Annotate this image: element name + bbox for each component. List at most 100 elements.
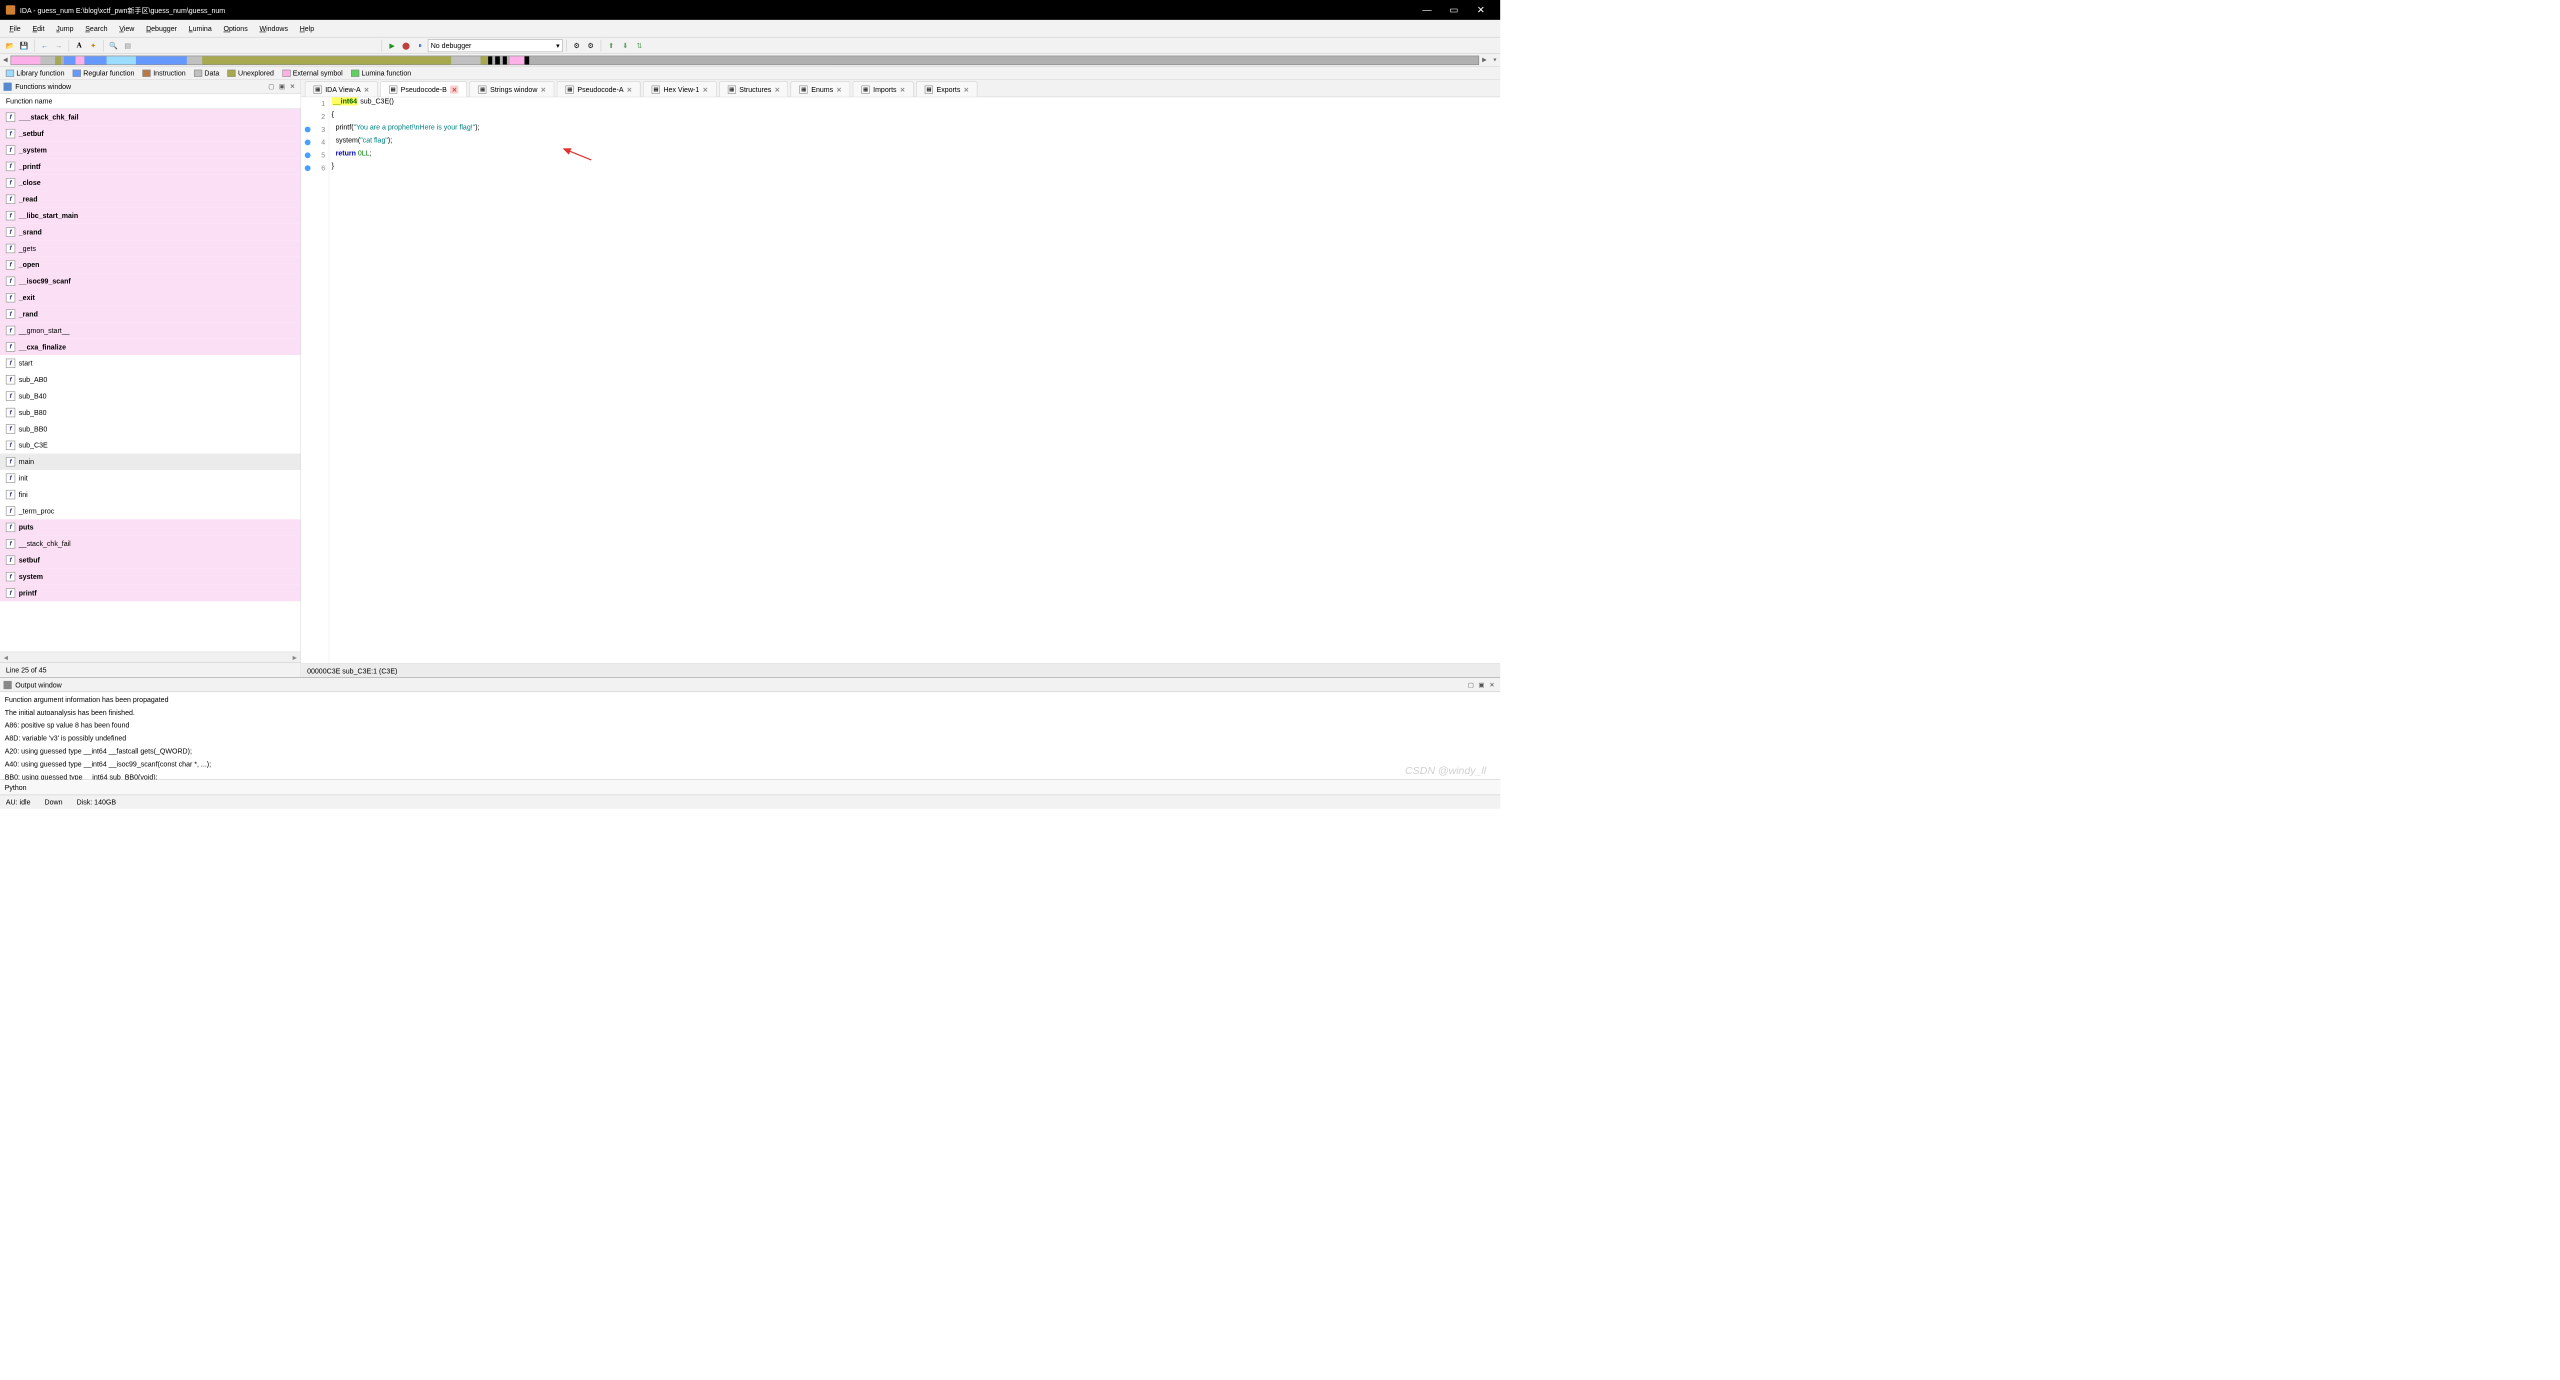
code-body[interactable]: __int64 sub_C3E(){ printf("You are a pro… <box>329 97 1500 663</box>
output-body[interactable]: Function argument information has been p… <box>0 692 1500 779</box>
nav-left-icon[interactable]: ◀ <box>0 57 11 63</box>
function-row[interactable]: fmain <box>0 454 301 470</box>
function-row[interactable]: f__cxa_finalize <box>0 339 301 355</box>
breakpoint-dot-icon[interactable] <box>305 165 311 171</box>
function-row[interactable]: fsub_B40 <box>0 388 301 404</box>
tb-lumina1[interactable]: ⬆ <box>605 39 618 52</box>
tb-lumina3[interactable]: ⇅ <box>633 39 646 52</box>
function-row[interactable]: fprintf <box>0 585 301 601</box>
debugger-selector[interactable]: No debugger <box>428 39 563 52</box>
tab-close-icon[interactable]: × <box>627 85 632 94</box>
tb-lumina2[interactable]: ⬇ <box>619 39 632 52</box>
console-prompt[interactable]: Python <box>0 779 1500 794</box>
function-row[interactable]: f_rand <box>0 306 301 322</box>
tab-imports[interactable]: ▦Imports× <box>853 81 914 96</box>
menu-debugger[interactable]: Debugger <box>140 22 183 35</box>
tab-strings-window[interactable]: ▦Strings window× <box>470 81 555 96</box>
function-row[interactable]: f_printf <box>0 158 301 174</box>
tab-ida-view-a[interactable]: ▦IDA View-A× <box>305 81 378 96</box>
function-row[interactable]: fsystem <box>0 568 301 584</box>
tab-close-icon[interactable]: × <box>541 85 546 94</box>
function-row[interactable]: f_close <box>0 175 301 191</box>
tb-star[interactable]: ✦ <box>87 39 100 52</box>
gutter-line[interactable]: 4 <box>301 136 329 149</box>
menu-view[interactable]: View <box>113 22 140 35</box>
function-row[interactable]: f_srand <box>0 224 301 240</box>
breakpoint-dot-icon[interactable] <box>305 127 311 133</box>
gutter-line[interactable]: 1 <box>301 97 329 110</box>
gutter-line[interactable]: 3 <box>301 123 329 136</box>
gutter-line[interactable]: 2 <box>301 110 329 123</box>
dbg-pause-icon[interactable]: ⏸ <box>414 39 427 52</box>
function-row[interactable]: f__isoc99_scanf <box>0 273 301 289</box>
dbg-play-icon[interactable]: ▶ <box>386 39 399 52</box>
function-row[interactable]: f_read <box>0 191 301 207</box>
code-line[interactable]: __int64 sub_C3E() <box>329 97 1500 110</box>
nav-down-icon[interactable]: ▾ <box>1490 57 1501 63</box>
function-row[interactable]: fstart <box>0 355 301 371</box>
minimize-button[interactable]: — <box>1413 0 1440 20</box>
function-row[interactable]: f_term_proc <box>0 503 301 519</box>
menu-options[interactable]: Options <box>218 22 254 35</box>
close-button[interactable]: ✕ <box>1467 0 1494 20</box>
menu-jump[interactable]: Jump <box>50 22 79 35</box>
function-row[interactable]: f__gmon_start__ <box>0 322 301 338</box>
function-row[interactable]: f___stack_chk_fail <box>0 109 301 125</box>
menu-help[interactable]: Help <box>294 22 320 35</box>
function-row[interactable]: f__stack_chk_fail <box>0 536 301 552</box>
tab-exports[interactable]: ▦Exports× <box>916 81 977 96</box>
functions-header[interactable]: Function name <box>0 94 301 109</box>
open-icon[interactable]: 📂 <box>4 39 17 52</box>
function-row[interactable]: fsetbuf <box>0 552 301 568</box>
function-row[interactable]: f_gets <box>0 240 301 256</box>
tab-close-icon[interactable]: × <box>450 85 458 93</box>
function-row[interactable]: f_open <box>0 257 301 273</box>
function-row[interactable]: f_setbuf <box>0 125 301 141</box>
functions-list[interactable]: f___stack_chk_failf_setbuff_systemf_prin… <box>0 109 301 652</box>
menu-lumina[interactable]: Lumina <box>183 22 218 35</box>
function-row[interactable]: f_system <box>0 142 301 158</box>
function-row[interactable]: f_exit <box>0 289 301 305</box>
menu-edit[interactable]: Edit <box>27 22 51 35</box>
fwd-icon[interactable]: → <box>52 39 65 52</box>
code-area[interactable]: 123456 __int64 sub_C3E(){ printf("You ar… <box>301 97 1500 663</box>
tab-hex-view-1[interactable]: ▦Hex View-1× <box>643 81 716 96</box>
function-row[interactable]: f__libc_start_main <box>0 207 301 223</box>
menu-search[interactable]: Search <box>79 22 113 35</box>
pane-close-icon[interactable]: ✕ <box>288 82 297 90</box>
back-icon[interactable]: ← <box>38 39 51 52</box>
pane-float-icon[interactable]: ▣ <box>277 82 286 90</box>
tab-pseudocode-b[interactable]: ▦Pseudocode-B× <box>380 81 467 96</box>
tb-cfg2[interactable]: ⚙ <box>584 39 597 52</box>
tab-close-icon[interactable]: × <box>964 85 969 94</box>
function-row[interactable]: fputs <box>0 519 301 535</box>
tb-text[interactable]: ▤ <box>121 39 134 52</box>
breakpoint-dot-icon[interactable] <box>305 152 311 158</box>
breakpoint-dot-icon[interactable] <box>305 139 311 145</box>
tab-close-icon[interactable]: × <box>775 85 780 94</box>
menu-file[interactable]: File <box>4 22 27 35</box>
tab-pseudocode-a[interactable]: ▦Pseudocode-A× <box>557 81 641 96</box>
function-row[interactable]: fsub_C3E <box>0 437 301 453</box>
gutter-line[interactable]: 5 <box>301 149 329 162</box>
tab-close-icon[interactable]: × <box>703 85 708 94</box>
maximize-button[interactable]: ▭ <box>1440 0 1467 20</box>
tb-cfg1[interactable]: ⚙ <box>570 39 583 52</box>
functions-hscroll[interactable]: ◄► <box>0 652 301 663</box>
pane-min-icon[interactable]: ▢ <box>267 82 276 90</box>
tab-close-icon[interactable]: × <box>364 85 369 94</box>
gutter-line[interactable]: 6 <box>301 162 329 175</box>
code-line[interactable]: { <box>329 110 1500 123</box>
dbg-record-icon[interactable]: ⬤ <box>400 39 413 52</box>
code-line[interactable]: } <box>329 162 1500 175</box>
function-row[interactable]: finit <box>0 470 301 486</box>
function-row[interactable]: ffini <box>0 486 301 502</box>
tb-a[interactable]: A <box>73 39 86 52</box>
out-close-icon[interactable]: ✕ <box>1487 681 1496 689</box>
menu-windows[interactable]: Windows <box>254 22 294 35</box>
tab-enums[interactable]: ▦Enums× <box>791 81 851 96</box>
tab-close-icon[interactable]: × <box>900 85 905 94</box>
tab-close-icon[interactable]: × <box>837 85 842 94</box>
out-min-icon[interactable]: ▢ <box>1466 681 1475 689</box>
tb-find[interactable]: 🔍 <box>107 39 120 52</box>
